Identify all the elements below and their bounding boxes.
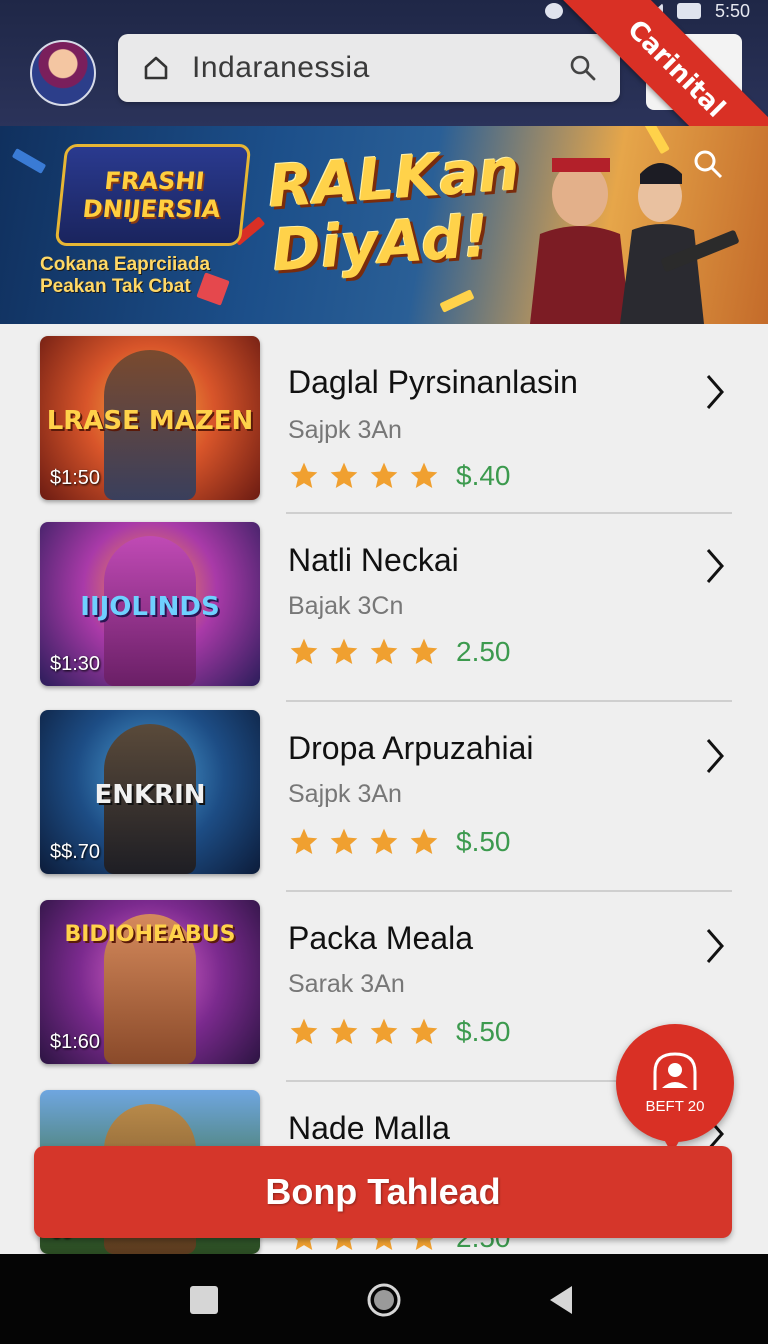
item-thumbnail[interactable]: LRASE MAZEN $1:50: [40, 336, 260, 500]
thumbnail-price: $1:30: [50, 653, 101, 675]
star-icon: [330, 462, 358, 488]
rating-row: 2.50: [288, 636, 511, 668]
item-name[interactable]: Dropa Arpuzahiai: [288, 730, 533, 767]
divider: [286, 890, 732, 892]
rating-row: $.50: [288, 1016, 511, 1048]
list-item[interactable]: IIJOLINDS $1:30 Natli Neckai Bajak 3Cn 2…: [0, 522, 768, 712]
chevron-right-icon[interactable]: [702, 546, 728, 586]
primary-cta-button[interactable]: Bonp Tahlead: [34, 1146, 732, 1238]
battery-icon: [676, 3, 701, 19]
list-item[interactable]: ENKRIN $$.70 Dropa Arpuzahiai Sajpk 3An …: [0, 710, 768, 900]
item-seller: Bajak 3Cn: [288, 592, 404, 620]
status-time: 5:50: [714, 0, 750, 21]
thumbnail-price: $1:50: [50, 467, 101, 489]
item-price: $.50: [456, 826, 511, 857]
star-icon: [410, 828, 438, 854]
star-icon: [330, 1018, 358, 1044]
fab-label: BEFT 20: [645, 1098, 705, 1115]
item-name[interactable]: Daglal Pyrsinanlasin: [288, 364, 578, 401]
item-thumbnail[interactable]: IIJOLINDS $1:30: [40, 522, 260, 686]
star-icon: [410, 1018, 438, 1044]
chevron-right-icon[interactable]: [702, 736, 728, 776]
banner-headline: RALKan DiyAd!: [266, 135, 526, 285]
game-logo: FRASHI DNIJERSIA: [54, 144, 252, 246]
item-name[interactable]: Natli Neckai: [288, 542, 459, 579]
star-icon: [410, 462, 438, 488]
item-seller: Sarak 3An: [288, 970, 405, 998]
star-icon: [290, 1018, 318, 1044]
rating-row: $.50: [288, 826, 511, 858]
banner-headline-line2: DiyAd!: [270, 201, 492, 285]
promo-banner[interactable]: FRASHI DNIJERSIA Cokana Eaprciiada Peaka…: [0, 126, 768, 324]
chevron-right-icon[interactable]: [702, 372, 728, 412]
item-name[interactable]: Packa Meala: [288, 920, 473, 957]
rating-row: $.40: [288, 460, 511, 492]
item-seller: Sajpk 3An: [288, 416, 402, 444]
banner-subtitle: Cokana Eaprciiada Peakan Tak Cbat: [40, 254, 210, 298]
thumbnail-title: LRASE MAZEN: [46, 406, 254, 436]
floating-action-button[interactable]: BEFT 20: [616, 1024, 734, 1154]
home-button-icon[interactable]: [366, 1282, 402, 1318]
search-icon[interactable]: [568, 53, 598, 83]
star-icon: [290, 828, 318, 854]
user-badge-icon: [653, 1052, 697, 1090]
star-icon: [410, 638, 438, 664]
divider: [286, 700, 732, 702]
star-icon: [290, 638, 318, 664]
recents-icon[interactable]: [186, 1282, 222, 1318]
item-seller: Sajpk 3An: [288, 780, 402, 808]
thumbnail-title: IIJOLINDS: [80, 592, 220, 622]
confetti-decoration: [439, 289, 475, 313]
star-icon: [290, 462, 318, 488]
star-icon: [370, 1018, 398, 1044]
list-item[interactable]: LRASE MAZEN $1:50 Daglal Pyrsinanlasin S…: [0, 336, 768, 526]
back-icon[interactable]: [544, 1282, 580, 1318]
search-input[interactable]: Indaranessia: [192, 51, 568, 85]
item-price: $.50: [456, 1016, 511, 1047]
confetti-decoration: [11, 148, 47, 174]
logo-text: FRASHI DNIJERSIA: [81, 167, 222, 223]
settings-icon: [544, 3, 563, 19]
divider: [286, 512, 732, 514]
thumbnail-title: ENKRIN: [94, 780, 206, 810]
banner-subtitle-line2: Peakan Tak Cbat: [40, 276, 191, 297]
star-icon: [370, 462, 398, 488]
star-icon: [330, 828, 358, 854]
banner-search-icon: [694, 150, 723, 179]
item-thumbnail[interactable]: ENKRIN $$.70: [40, 710, 260, 874]
thumbnail-price: $$.70: [50, 841, 101, 863]
item-price: $.40: [456, 460, 511, 491]
search-bar[interactable]: Indaranessia: [118, 34, 620, 102]
item-name[interactable]: Nade Malla: [288, 1110, 450, 1147]
item-price: 2.50: [456, 636, 511, 667]
thumbnail-price: $1:60: [50, 1031, 101, 1053]
star-icon: [330, 638, 358, 664]
chevron-right-icon[interactable]: [702, 926, 728, 966]
item-thumbnail[interactable]: BIDIOHEABUS $1:60: [40, 900, 260, 1064]
profile-avatar[interactable]: [30, 40, 96, 106]
home-icon[interactable]: [142, 54, 170, 82]
thumbnail-title: BIDIOHEABUS: [64, 922, 236, 947]
banner-subtitle-line1: Cokana Eaprciiada: [40, 254, 211, 275]
system-navigation-bar: [0, 1254, 768, 1344]
star-icon: [370, 638, 398, 664]
star-icon: [370, 828, 398, 854]
